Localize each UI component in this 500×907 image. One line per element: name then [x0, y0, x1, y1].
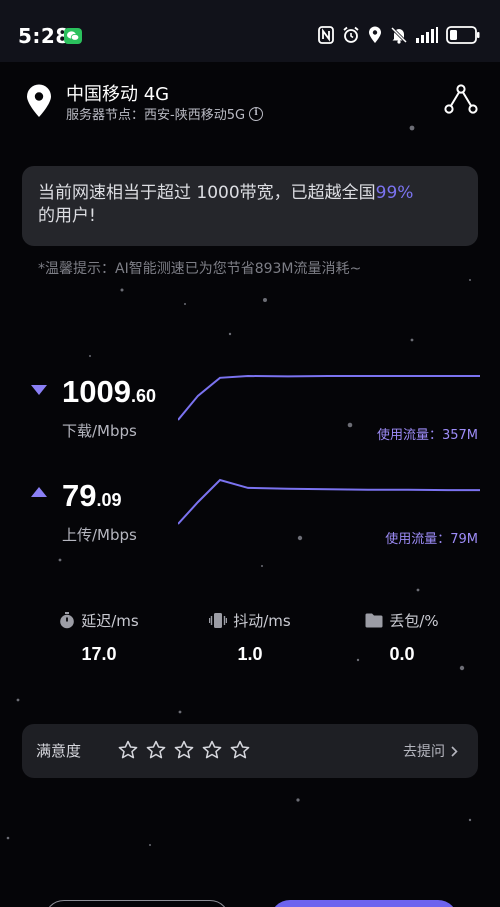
- metrics-row: 延迟/ms 17.0 抖动/ms 1.0 丢包/% 0.0: [0, 606, 500, 676]
- status-bar: 5:28: [0, 0, 500, 62]
- upload-speed: 79.09: [62, 478, 122, 514]
- ask-question-label: 去提问: [403, 744, 445, 760]
- star-icon[interactable]: [118, 740, 138, 760]
- alarm-icon: [343, 26, 359, 43]
- download-usage: 使用流量：357M: [376, 428, 478, 443]
- mute-icon: [390, 26, 408, 44]
- summary-percent: 99%: [375, 183, 414, 203]
- upload-speed-int: 79: [62, 478, 97, 513]
- loss-value: 0.0: [389, 644, 415, 664]
- summary-text-end: 的用户!: [38, 206, 96, 226]
- jitter-value: 1.0: [237, 644, 263, 664]
- jitter-label: 抖动/ms: [233, 611, 291, 630]
- upload-unit: 上传/Mbps: [62, 526, 137, 544]
- star-icon[interactable]: [202, 740, 222, 760]
- star-icon[interactable]: [174, 740, 194, 760]
- download-speed-int: 1009: [62, 374, 131, 409]
- server-node-label: 服务器节点：西安-陕西移动5G: [66, 108, 246, 123]
- satisfaction-card: 满意度 去提问: [22, 724, 478, 778]
- vibrate-icon: [209, 612, 228, 628]
- summary-card: 当前网速相当于超过 1000带宽，已超越全国99% 的用户!: [22, 166, 478, 246]
- upload-arrow-icon: [31, 487, 47, 497]
- latency-metric: 延迟/ms 17.0: [24, 606, 174, 665]
- download-unit: 下载/Mbps: [62, 422, 137, 440]
- carrier-name: 中国移动 4G: [66, 84, 170, 105]
- jitter-metric: 抖动/ms 1.0: [175, 606, 325, 665]
- star-icon[interactable]: [146, 740, 166, 760]
- satisfaction-label: 满意度: [36, 742, 82, 760]
- nfc-icon: [318, 26, 334, 44]
- location-status-icon: [369, 26, 381, 43]
- info-icon[interactable]: i: [249, 106, 264, 121]
- upload-speed-curve: [178, 478, 480, 525]
- download-speed-curve: [178, 374, 480, 421]
- summary-text: 当前网速相当于超过 1000带宽，已超越全国: [38, 183, 376, 203]
- signal-icon: [416, 27, 438, 43]
- folder-icon: [365, 613, 383, 627]
- ask-question-link[interactable]: 去提问: [403, 741, 458, 761]
- upload-block: 79.09 上传/Mbps 使用流量：79M: [0, 470, 500, 560]
- rating-stars: [118, 740, 250, 760]
- latency-value: 17.0: [81, 644, 117, 664]
- download-speed: 1009.60: [62, 374, 156, 410]
- server-node: 服务器节点：西安-陕西移动5G i: [66, 104, 264, 123]
- upload-usage: 使用流量：79M: [385, 532, 478, 547]
- download-block: 1009.60 下载/Mbps 使用流量：357M: [0, 366, 500, 456]
- location-pin-icon: [27, 84, 51, 117]
- latency-label: 延迟/ms: [81, 611, 139, 630]
- download-speed-dec: .60: [130, 386, 156, 406]
- upload-speed-dec: .09: [96, 490, 122, 510]
- share-icon[interactable]: [444, 84, 478, 114]
- status-time: 5:28: [18, 24, 70, 48]
- loss-label: 丢包/%: [389, 611, 439, 630]
- bottom-right-button[interactable]: [270, 900, 458, 907]
- wechat-icon: [64, 28, 82, 44]
- bottom-left-button[interactable]: [44, 900, 230, 907]
- chevron-right-icon: [451, 745, 458, 757]
- star-icon[interactable]: [230, 740, 250, 760]
- stopwatch-icon: [60, 611, 75, 628]
- download-arrow-icon: [31, 385, 47, 395]
- tip-text: *温馨提示：AI智能测速已为您节省893M流量消耗~: [38, 261, 362, 277]
- loss-metric: 丢包/% 0.0: [327, 606, 477, 665]
- battery-icon: [446, 26, 480, 44]
